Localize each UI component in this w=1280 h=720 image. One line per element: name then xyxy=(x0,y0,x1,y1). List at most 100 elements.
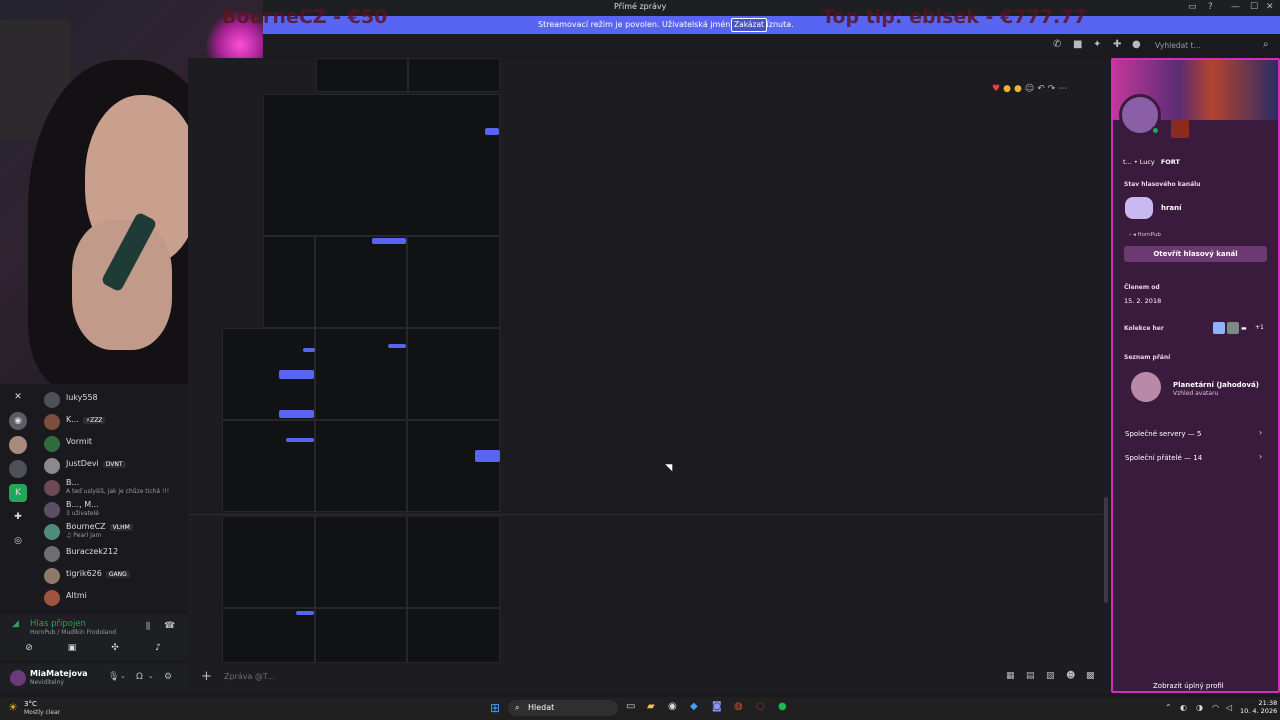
spotify-icon[interactable]: ● xyxy=(778,701,787,712)
video-icon[interactable]: ■ xyxy=(1073,39,1082,50)
collection-more-count[interactable]: +1 xyxy=(1255,324,1264,331)
forward-icon[interactable]: ↷ xyxy=(1048,84,1056,94)
tray-app-icon[interactable]: ◐ xyxy=(1180,703,1187,712)
game-icon[interactable]: ▬ xyxy=(1241,325,1247,332)
wishlist-item-type: Vzhled avataru xyxy=(1173,390,1219,397)
gift-icon[interactable]: ▦ xyxy=(1006,671,1015,681)
dm-item[interactable]: K... ⚡ZZZ xyxy=(44,412,186,432)
tray-overflow-icon[interactable]: ⌃ xyxy=(1165,703,1172,712)
activities-icon[interactable]: ✣ xyxy=(98,643,132,657)
user-avatar[interactable] xyxy=(10,670,26,686)
screenshot-tile xyxy=(315,516,407,608)
wishlist-title: Seznam přání xyxy=(1124,354,1171,361)
dm-item[interactable]: Vormit xyxy=(44,434,186,454)
game-icon[interactable] xyxy=(1227,322,1239,334)
dm-item[interactable]: Buraczek212 xyxy=(44,544,186,564)
chrome-icon[interactable]: ◍ xyxy=(734,701,743,712)
voice-status: Hlas připojen xyxy=(30,619,86,629)
search-icon[interactable]: ⌕ xyxy=(1263,39,1269,50)
sticker-icon[interactable]: ▧ xyxy=(1046,671,1055,681)
game-icon[interactable] xyxy=(1213,322,1225,334)
server-icon[interactable]: K xyxy=(9,484,27,502)
message-input[interactable]: Zpráva @T... xyxy=(224,672,275,681)
message-bubble xyxy=(303,348,315,352)
dm-item[interactable]: Altmi xyxy=(44,588,186,608)
game-collection-title[interactable]: Kolekce her xyxy=(1124,325,1164,332)
wifi-icon[interactable]: ◠ xyxy=(1212,703,1219,712)
voice-channel[interactable]: HornPub / Mudlkin Frodoland xyxy=(30,629,116,636)
minimize-button[interactable]: — xyxy=(1231,2,1240,12)
tray-app-icon[interactable]: ◑ xyxy=(1196,703,1203,712)
emoji-reaction-icon[interactable]: ● xyxy=(1014,84,1022,94)
settings-gear-icon[interactable]: ⚙ xyxy=(164,672,172,682)
shared-screenshot-collage[interactable] xyxy=(222,58,500,663)
noise-suppression-icon[interactable]: ⫼ xyxy=(146,622,150,632)
windows-start-icon[interactable]: ⊞ xyxy=(490,701,500,715)
server-icon[interactable] xyxy=(9,460,27,478)
add-reaction-icon[interactable]: ☺ xyxy=(1025,84,1034,94)
screenshot-tile xyxy=(407,516,500,608)
volume-icon[interactable]: ◁ xyxy=(1226,703,1232,712)
mutual-friends-link[interactable]: Společní přátelé — 14 xyxy=(1125,454,1202,462)
chevron-right-icon[interactable]: › xyxy=(1259,452,1262,461)
open-voice-channel-button[interactable]: Otevřít hlasový kanál xyxy=(1124,246,1267,262)
call-icon[interactable]: ✆ xyxy=(1053,39,1061,50)
emoji-reaction-icon[interactable]: ● xyxy=(1003,84,1011,94)
dm-toolbar xyxy=(263,34,1111,58)
chat-scrollbar[interactable] xyxy=(1104,497,1108,603)
pin-icon[interactable]: ✦ xyxy=(1093,39,1101,50)
emoji-icon[interactable]: ☻ xyxy=(1066,671,1075,681)
mutual-servers-link[interactable]: Společné servery — 5 xyxy=(1125,430,1201,438)
reply-icon[interactable]: ↶ xyxy=(1037,84,1045,94)
microphone-icon[interactable]: 🎙 xyxy=(108,672,119,682)
close-button[interactable]: ✕ xyxy=(1266,2,1274,12)
dm-item[interactable]: luky558 xyxy=(44,390,186,410)
system-clock[interactable]: 21:38 10. 4. 2026 xyxy=(1240,699,1277,715)
add-attachment-icon[interactable]: + xyxy=(201,669,212,684)
chevron-down-icon[interactable]: ⌄ xyxy=(120,672,126,680)
dm-item[interactable]: tigrik626 GANG xyxy=(44,566,186,586)
task-view-icon[interactable]: ▭ xyxy=(626,701,635,712)
dm-item[interactable]: BourneCZ VLHM ♫ Pearl Jam xyxy=(44,522,186,542)
close-x-icon[interactable]: ✕ xyxy=(9,388,27,406)
planet-decoration-icon[interactable] xyxy=(1131,372,1161,402)
avatar xyxy=(44,458,60,474)
dm-item[interactable]: B..., M... 3 uživatelé xyxy=(44,500,186,520)
add-friend-icon[interactable]: ✚ xyxy=(1113,39,1121,50)
inbox-icon[interactable]: ▭ xyxy=(1188,2,1197,12)
screen-share-icon[interactable]: ▣ xyxy=(55,643,89,657)
help-icon[interactable]: ? xyxy=(1208,2,1213,12)
chevron-down-icon[interactable]: ⌄ xyxy=(148,672,154,680)
search-input[interactable]: Vyhledat t... xyxy=(1150,38,1275,54)
profile-toggle-icon[interactable]: ● xyxy=(1132,39,1141,50)
add-server-icon[interactable]: ✚ xyxy=(9,508,27,526)
wishlist-item-name[interactable]: Planetární (Jahodová) xyxy=(1173,381,1259,389)
dm-item[interactable]: B... A teď uslyšíš, jak je chůze tichá !!… xyxy=(44,478,186,498)
disable-streamer-mode-button[interactable]: Zakázat xyxy=(731,18,767,32)
server-icon[interactable]: ◉ xyxy=(9,412,27,430)
maximize-button[interactable]: ☐ xyxy=(1250,2,1258,12)
weather-icon[interactable]: ☀ xyxy=(8,701,18,714)
heart-reaction-icon[interactable]: ♥ xyxy=(992,84,1000,94)
headphones-icon[interactable]: Ω xyxy=(136,672,143,682)
steam-icon[interactable]: ◉ xyxy=(668,701,677,712)
app-icon[interactable]: ◌ xyxy=(756,701,765,712)
dm-item[interactable]: JustDevi DVNT xyxy=(44,456,186,476)
apps-icon[interactable]: ▩ xyxy=(1086,671,1095,681)
file-explorer-icon[interactable]: ▰ xyxy=(647,701,655,712)
disconnect-icon[interactable]: ☎ xyxy=(164,621,175,631)
weather-temp[interactable]: 3°C xyxy=(24,700,37,708)
server-icon[interactable] xyxy=(9,436,27,454)
soundboard-icon[interactable]: ♪ xyxy=(141,643,175,657)
discover-icon[interactable]: ◎ xyxy=(9,532,27,550)
more-icon[interactable]: ⋯ xyxy=(1058,84,1067,94)
view-full-profile-link[interactable]: Zobrazit úplný profil xyxy=(1153,682,1224,690)
app-icon[interactable]: ◆ xyxy=(690,701,698,712)
voice-channel-link[interactable]: › ◂ HornPub xyxy=(1129,232,1161,238)
camera-off-icon[interactable]: ⊘ xyxy=(12,643,46,657)
taskbar-search[interactable]: ⌕ Hledat xyxy=(508,700,618,716)
chevron-right-icon[interactable]: › xyxy=(1259,428,1262,437)
user-name[interactable]: MiaMatejova xyxy=(30,669,88,678)
discord-icon[interactable]: ◙ xyxy=(712,701,722,712)
gif-icon[interactable]: ▤ xyxy=(1026,671,1035,681)
